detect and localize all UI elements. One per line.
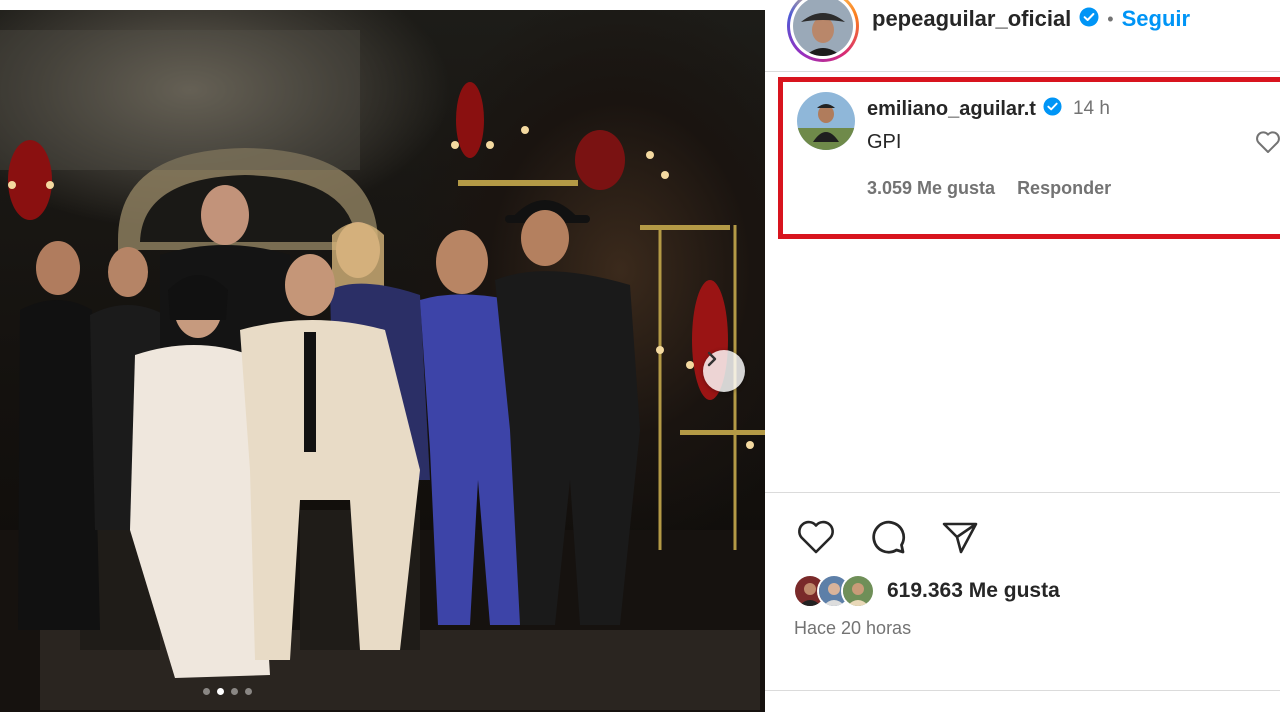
- comment-button[interactable]: [867, 518, 909, 560]
- carousel-next-button[interactable]: [703, 350, 745, 392]
- commenter-avatar[interactable]: [797, 92, 855, 150]
- comment-text: GPI: [867, 131, 902, 153]
- comment-icon: [869, 518, 907, 561]
- post-timestamp[interactable]: Hace 20 horas: [794, 618, 911, 639]
- owner-avatar[interactable]: [787, 0, 859, 62]
- verified-badge-icon: [1079, 7, 1099, 32]
- divider: [765, 492, 1280, 493]
- verified-badge-icon: [1043, 97, 1062, 121]
- post-photo[interactable]: [0, 10, 765, 712]
- photo-scene: [0, 30, 765, 712]
- post-actions: [795, 518, 981, 560]
- comment-timestamp[interactable]: 14 h: [1073, 98, 1110, 120]
- heart-icon: [796, 519, 836, 560]
- carousel-dot-active[interactable]: [217, 688, 224, 695]
- post-likes-count[interactable]: 619.363 Me gusta: [887, 579, 1060, 603]
- post-side-panel: pepeaguilar_oficial • Seguir emiliano_ag…: [765, 0, 1280, 720]
- carousel-dot[interactable]: [203, 688, 210, 695]
- comment-like-button[interactable]: [1255, 130, 1280, 159]
- commenter-avatar-image: [797, 92, 855, 150]
- liker-avatar[interactable]: [841, 574, 875, 608]
- comment-likes-count[interactable]: 3.059 Me gusta: [867, 178, 995, 199]
- share-button[interactable]: [939, 518, 981, 560]
- owner-avatar-image: [793, 0, 853, 56]
- separator-dot: •: [1107, 8, 1114, 29]
- carousel-dot[interactable]: [245, 688, 252, 695]
- carousel-indicator: [203, 688, 252, 695]
- post-header: pepeaguilar_oficial • Seguir: [765, 0, 1280, 72]
- divider: [765, 690, 1280, 691]
- owner-username[interactable]: pepeaguilar_oficial: [872, 6, 1071, 32]
- comment-meta: 3.059 Me gusta Responder: [867, 178, 1111, 199]
- heart-icon: [1255, 131, 1280, 158]
- like-button[interactable]: [795, 518, 837, 560]
- post-likes: 619.363 Me gusta: [793, 574, 1060, 608]
- highlighted-comment: emiliano_aguilar.t 14 h GPI 3.059 Me gus…: [778, 77, 1280, 239]
- commenter-username[interactable]: emiliano_aguilar.t: [867, 98, 1036, 121]
- comment-reply-button[interactable]: Responder: [1017, 178, 1111, 199]
- send-icon: [941, 519, 979, 560]
- follow-button[interactable]: Seguir: [1122, 6, 1190, 32]
- carousel-dot[interactable]: [231, 688, 238, 695]
